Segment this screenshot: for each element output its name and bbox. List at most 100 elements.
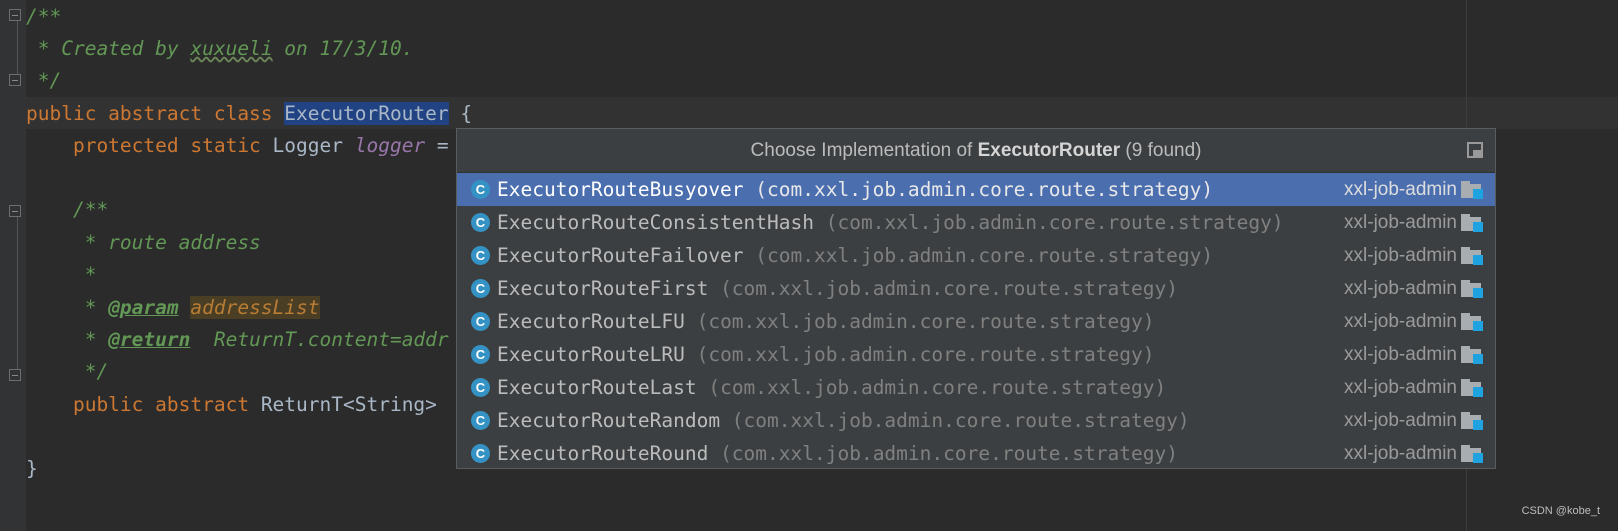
module-folder-icon [1461, 379, 1483, 397]
module-name: xxl-job-admin [1344, 278, 1457, 299]
implementation-item[interactable]: C ExecutorRouteRandom (com.xxl.job.admin… [457, 404, 1495, 437]
package-name: (com.xxl.job.admin.core.route.strategy) [708, 442, 1178, 465]
package-name: (com.xxl.job.admin.core.route.strategy) [684, 310, 1155, 333]
class-icon: C [471, 444, 490, 463]
type-name: Logger [272, 134, 355, 157]
code-text: { [448, 102, 473, 125]
code-text: ReturnT.content=addr [190, 328, 449, 351]
implementation-item[interactable]: C ExecutorRouteLFU (com.xxl.job.admin.co… [457, 305, 1495, 338]
module-folder-icon [1461, 445, 1483, 463]
editor-gutter [0, 0, 26, 531]
class-icon: C [471, 213, 490, 232]
class-name: ExecutorRouteLast [497, 376, 697, 399]
class-icon: C [471, 411, 490, 430]
fold-guide [17, 21, 18, 75]
item-label: ExecutorRouteRound (com.xxl.job.admin.co… [497, 437, 1178, 470]
code-line: * @return ReturnT.content=addr [26, 323, 449, 356]
fold-end-icon[interactable] [9, 74, 21, 86]
package-name: (com.xxl.job.admin.core.route.strategy) [720, 409, 1190, 432]
module-name: xxl-job-admin [1344, 311, 1457, 332]
pin-icon[interactable] [1467, 142, 1483, 158]
code-text: * Created by [26, 37, 191, 60]
module-folder-icon [1461, 181, 1483, 199]
fold-end-icon[interactable] [9, 369, 21, 381]
package-name: (com.xxl.job.admin.core.route.strategy) [708, 277, 1178, 300]
package-name: (com.xxl.job.admin.core.route.strategy) [684, 343, 1155, 366]
fold-collapse-icon[interactable] [9, 205, 21, 217]
choose-implementation-popup[interactable]: Choose Implementation of ExecutorRouter … [456, 128, 1496, 469]
code-line: /** [26, 193, 108, 226]
implementation-item[interactable]: C ExecutorRouteConsistentHash (com.xxl.j… [457, 206, 1495, 239]
fold-collapse-icon[interactable] [9, 9, 21, 21]
code-editor[interactable]: /** * Created by xuxueli on 17/3/10. */ … [26, 0, 472, 480]
class-icon: C [471, 312, 490, 331]
code-text: = [425, 134, 449, 157]
item-label: ExecutorRouteFailover (com.xxl.job.admin… [497, 239, 1213, 272]
popup-title-count: (9 found) [1120, 140, 1202, 161]
code-text: } [26, 457, 38, 480]
fold-guide [17, 217, 18, 370]
code-text: */ [26, 69, 62, 92]
code-line: } [26, 452, 38, 485]
code-text: ReturnT<String> [260, 393, 437, 416]
package-name: (com.xxl.job.admin.core.route.strategy) [743, 244, 1214, 267]
popup-title-class: ExecutorRouter [977, 140, 1121, 161]
module-folder-icon [1461, 313, 1483, 331]
code-line: * @param addressList [26, 291, 320, 324]
selected-class-name[interactable]: ExecutorRouter [284, 102, 449, 125]
module-name: xxl-job-admin [1344, 410, 1457, 431]
item-label: ExecutorRouteBusyover (com.xxl.job.admin… [497, 173, 1213, 206]
class-name: ExecutorRouteConsistentHash [497, 211, 814, 234]
code-line: */ [26, 355, 109, 388]
field-name: logger [354, 134, 426, 157]
module-name: xxl-job-admin [1344, 443, 1457, 464]
class-icon: C [471, 378, 490, 397]
popup-header: Choose Implementation of ExecutorRouter … [457, 129, 1495, 173]
implementation-item[interactable]: C ExecutorRouteBusyover (com.xxl.job.adm… [457, 173, 1495, 206]
class-name: ExecutorRouteLRU [497, 343, 685, 366]
class-name: ExecutorRouteFirst [497, 277, 709, 300]
item-label: ExecutorRouteLFU (com.xxl.job.admin.core… [497, 305, 1154, 338]
class-name: ExecutorRouteRound [497, 442, 709, 465]
code-text: * [26, 328, 109, 351]
code-line: */ [26, 64, 62, 97]
watermark: CSDN @kobe_t [1521, 505, 1600, 517]
popup-title: Choose Implementation of [750, 140, 978, 161]
javadoc-tag: @return [108, 328, 191, 351]
keyword: protected static [26, 134, 273, 157]
module-name: xxl-job-admin [1344, 179, 1457, 200]
code-text: * [26, 296, 109, 319]
module-name: xxl-job-admin [1344, 245, 1457, 266]
package-name: (com.xxl.job.admin.core.route.strategy) [696, 376, 1167, 399]
package-name: (com.xxl.job.admin.core.route.strategy) [813, 211, 1284, 234]
code-line: * route address [26, 226, 261, 259]
class-name: ExecutorRouteFailover [497, 244, 744, 267]
keyword: public abstract [26, 393, 261, 416]
module-folder-icon [1461, 280, 1483, 298]
code-line: * [26, 258, 97, 291]
param-name: addressList [190, 296, 320, 319]
code-line: protected static Logger logger = [26, 129, 449, 162]
code-line: public abstract class ExecutorRouter { [26, 97, 472, 130]
code-text: /** [26, 198, 109, 221]
item-label: ExecutorRouteLRU (com.xxl.job.admin.core… [497, 338, 1154, 371]
implementation-item[interactable]: C ExecutorRouteFirst (com.xxl.job.admin.… [457, 272, 1495, 305]
module-name: xxl-job-admin [1344, 344, 1457, 365]
implementation-item[interactable]: C ExecutorRouteLast (com.xxl.job.admin.c… [457, 371, 1495, 404]
package-name: (com.xxl.job.admin.core.route.strategy) [743, 178, 1214, 201]
code-text: */ [26, 360, 109, 383]
code-line: public abstract ReturnT<String> [26, 388, 437, 421]
class-name: ExecutorRouteRandom [497, 409, 721, 432]
module-name: xxl-job-admin [1344, 212, 1457, 233]
item-label: ExecutorRouteRandom (com.xxl.job.admin.c… [497, 404, 1190, 437]
implementation-item[interactable]: C ExecutorRouteFailover (com.xxl.job.adm… [457, 239, 1495, 272]
keyword: public abstract class [26, 102, 285, 125]
module-folder-icon [1461, 214, 1483, 232]
implementation-item[interactable]: C ExecutorRouteLRU (com.xxl.job.admin.co… [457, 338, 1495, 371]
implementation-item[interactable]: C ExecutorRouteRound (com.xxl.job.admin.… [457, 437, 1495, 470]
class-icon: C [471, 180, 490, 199]
module-folder-icon [1461, 247, 1483, 265]
javadoc-tag: @param [108, 296, 179, 319]
module-name: xxl-job-admin [1344, 377, 1457, 398]
